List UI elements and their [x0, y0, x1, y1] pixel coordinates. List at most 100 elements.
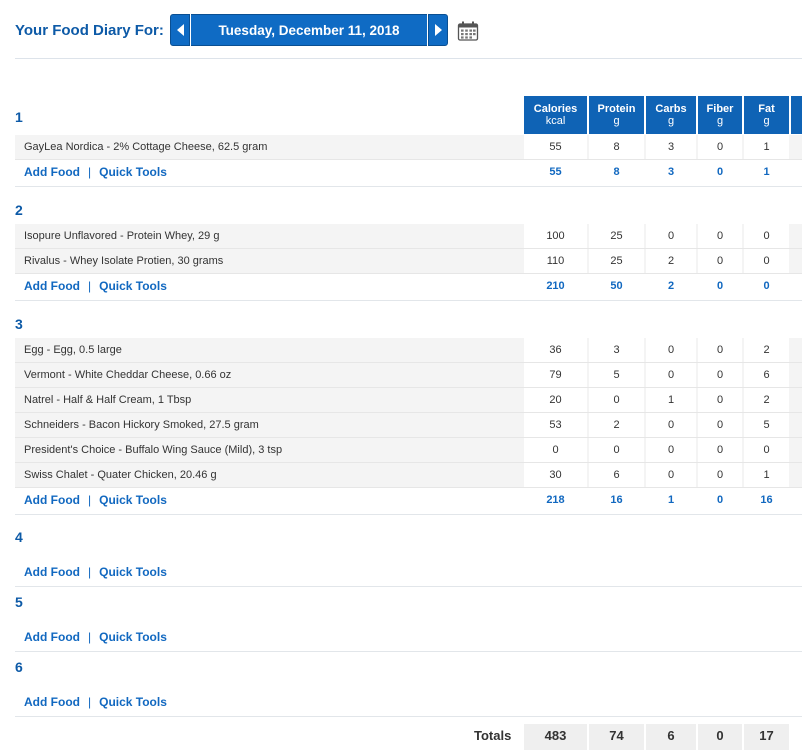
meal-title: 6	[15, 659, 23, 675]
meal-actions: Add Food | Quick Tools	[24, 625, 167, 649]
food-item-name[interactable]: GayLea Nordica - 2% Cottage Cheese, 62.5…	[24, 135, 267, 159]
meal-total-carbs: 3	[667, 166, 675, 178]
add-food-link[interactable]: Add Food	[24, 560, 80, 584]
quick-tools-link[interactable]: Quick Tools	[99, 560, 167, 584]
cell-fiber: 0	[698, 388, 742, 412]
add-food-link[interactable]: Add Food	[24, 690, 80, 714]
triangle-right-icon	[434, 24, 442, 36]
cell-protein: 25	[589, 249, 644, 273]
cell-fat: 2	[744, 388, 789, 412]
cell-fat: 5	[744, 413, 789, 437]
link-separator: |	[87, 165, 92, 179]
meal-actions: Add Food | Quick Tools	[24, 274, 167, 298]
column-more	[791, 96, 802, 134]
meal-divider	[15, 651, 802, 652]
cell-protein: 0	[589, 388, 644, 412]
column-unit: g	[667, 115, 675, 127]
cell-fiber: 0	[698, 249, 742, 273]
column-name: Fat	[758, 103, 775, 115]
cell-carbs: 0	[646, 438, 696, 462]
previous-day-button[interactable]	[170, 14, 190, 46]
meal-total-calories: 55	[549, 166, 562, 178]
column-carbs: Carbs g	[646, 96, 696, 134]
quick-tools-link[interactable]: Quick Tools	[99, 690, 167, 714]
food-item-name[interactable]: Isopure Unflavored - Protein Whey, 29 g	[24, 224, 219, 248]
cell-carbs: 0	[646, 338, 696, 362]
cell-fat: 2	[744, 338, 789, 362]
meal-divider	[15, 716, 802, 717]
cell-calories: 55	[524, 135, 587, 159]
meal-divider	[15, 514, 802, 515]
cell-carbs: 0	[646, 224, 696, 248]
quick-tools-link[interactable]: Quick Tools	[99, 160, 167, 184]
meal-total-protein: 16	[610, 494, 623, 506]
food-item-name[interactable]: Swiss Chalet - Quater Chicken, 20.46 g	[24, 463, 217, 487]
meal-title: 5	[15, 594, 23, 610]
cell-fiber: 0	[698, 438, 742, 462]
cell-calories: 53	[524, 413, 587, 437]
cell-fat: 6	[744, 363, 789, 387]
meal-divider	[15, 186, 802, 187]
meal-total-carbs: 2	[667, 280, 675, 292]
total-fat: 17	[744, 724, 789, 750]
link-separator: |	[87, 695, 92, 709]
meal-total-fiber: 0	[716, 166, 724, 178]
column-name: Carbs	[655, 103, 687, 115]
cell-protein: 6	[589, 463, 644, 487]
totals-label: Totals	[474, 728, 512, 743]
column-fat: Fat g	[744, 96, 789, 134]
cell-calories: 30	[524, 463, 587, 487]
food-item-name[interactable]: Schneiders - Bacon Hickory Smoked, 27.5 …	[24, 413, 259, 437]
meal-actions: Add Food | Quick Tools	[24, 560, 167, 584]
column-unit: kcal	[545, 115, 566, 127]
next-day-button[interactable]	[428, 14, 448, 46]
add-food-link[interactable]: Add Food	[24, 160, 80, 184]
meal-total-calories: 210	[546, 280, 565, 292]
diary-label: Your Food Diary For:	[15, 22, 164, 39]
total-calories: 483	[524, 724, 587, 750]
quick-tools-link[interactable]: Quick Tools	[99, 274, 167, 298]
meal-divider	[15, 300, 802, 301]
cell-protein: 5	[589, 363, 644, 387]
add-food-link[interactable]: Add Food	[24, 274, 80, 298]
cell-calories: 20	[524, 388, 587, 412]
cell-calories: 100	[524, 224, 587, 248]
cell-protein: 0	[589, 438, 644, 462]
quick-tools-link[interactable]: Quick Tools	[99, 488, 167, 512]
column-protein: Protein g	[589, 96, 644, 134]
cell-carbs: 1	[646, 388, 696, 412]
header-divider	[15, 58, 802, 59]
cell-fiber: 0	[698, 413, 742, 437]
meal-total-fiber: 0	[716, 494, 724, 506]
food-item-name[interactable]: President's Choice - Buffalo Wing Sauce …	[24, 438, 282, 462]
meal-title: 1	[15, 109, 23, 125]
column-name: Protein	[597, 103, 636, 115]
food-item-name[interactable]: Natrel - Half & Half Cream, 1 Tbsp	[24, 388, 191, 412]
cell-calories: 110	[524, 249, 587, 273]
cell-protein: 25	[589, 224, 644, 248]
cell-calories: 79	[524, 363, 587, 387]
meal-total-calories: 218	[546, 494, 565, 506]
meal-actions: Add Food | Quick Tools	[24, 488, 167, 512]
cell-fiber: 0	[698, 363, 742, 387]
link-separator: |	[87, 630, 92, 644]
cell-fat: 1	[744, 135, 789, 159]
meal-total-fiber: 0	[716, 280, 724, 292]
column-unit: g	[613, 115, 620, 127]
meal-total-fat: 16	[760, 494, 773, 506]
add-food-link[interactable]: Add Food	[24, 625, 80, 649]
quick-tools-link[interactable]: Quick Tools	[99, 625, 167, 649]
meal-title: 3	[15, 316, 23, 332]
food-item-name[interactable]: Egg - Egg, 0.5 large	[24, 338, 122, 362]
add-food-link[interactable]: Add Food	[24, 488, 80, 512]
total-carbs: 6	[646, 724, 696, 750]
cell-fat: 0	[744, 249, 789, 273]
cell-carbs: 0	[646, 363, 696, 387]
meal-title: 2	[15, 202, 23, 218]
column-unit: g	[716, 115, 724, 127]
food-item-name[interactable]: Rivalus - Whey Isolate Protien, 30 grams	[24, 249, 223, 273]
calendar-icon[interactable]	[457, 20, 479, 47]
food-item-name[interactable]: Vermont - White Cheddar Cheese, 0.66 oz	[24, 363, 231, 387]
column-unit: g	[763, 115, 770, 127]
cell-fat: 1	[744, 463, 789, 487]
